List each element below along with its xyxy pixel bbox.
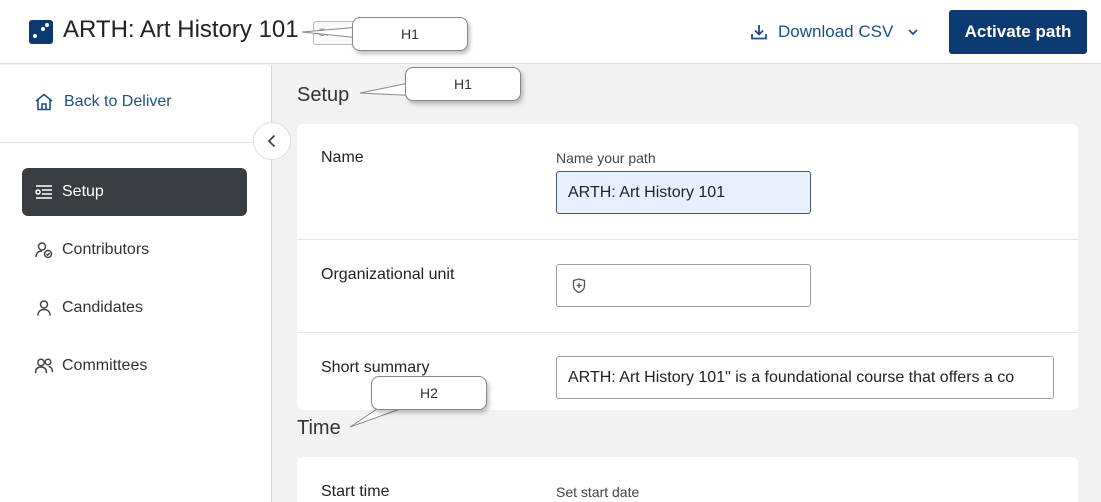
page-title: ARTH: Art History 101 bbox=[63, 16, 299, 43]
start-date-field-label: Set start date bbox=[556, 484, 640, 500]
users-group-icon bbox=[34, 358, 54, 374]
shield-plus-icon bbox=[572, 278, 586, 294]
time-card: Start time Set start date bbox=[297, 457, 1078, 502]
back-to-deliver-label: Back to Deliver bbox=[64, 93, 172, 110]
heading-tag-callout: H1 bbox=[352, 17, 468, 51]
summary-row-label: Short summary bbox=[321, 359, 430, 376]
download-csv-button[interactable]: Download CSV bbox=[750, 21, 929, 43]
sidebar-item-label: Contributors bbox=[62, 241, 150, 258]
contributor-user-check-icon bbox=[35, 242, 53, 259]
row-divider bbox=[297, 239, 1078, 240]
sidebar-item-label: Committees bbox=[62, 357, 148, 374]
heading-tag-callout: H2 bbox=[371, 376, 487, 410]
activate-path-button[interactable]: Activate path bbox=[949, 10, 1087, 54]
app-logo-icon bbox=[29, 20, 53, 44]
heading-tag-callout: H1 bbox=[405, 67, 521, 101]
app-header: ARTH: Art History 101 Cr Download CSV Ac… bbox=[0, 0, 1101, 64]
org-unit-input[interactable] bbox=[556, 264, 811, 307]
setup-list-icon bbox=[35, 185, 52, 199]
sidebar-item-candidates[interactable]: Candidates bbox=[22, 284, 247, 332]
setup-card: Name Name your path ARTH: Art History 10… bbox=[297, 124, 1078, 410]
time-section-title: Time bbox=[297, 417, 341, 439]
sidebar-item-contributors[interactable]: Contributors bbox=[22, 226, 247, 274]
org-unit-row-label: Organizational unit bbox=[321, 266, 455, 283]
download-csv-label: Download CSV bbox=[778, 22, 894, 41]
short-summary-input[interactable]: ARTH: Art History 101" is a foundational… bbox=[556, 356, 1054, 399]
sidebar-divider bbox=[0, 142, 272, 143]
home-icon bbox=[35, 93, 53, 111]
download-icon bbox=[751, 25, 767, 40]
sidebar-item-label: Candidates bbox=[62, 299, 143, 316]
row-divider bbox=[297, 332, 1078, 333]
start-time-row-label: Start time bbox=[321, 483, 390, 500]
path-name-input[interactable]: ARTH: Art History 101 bbox=[556, 171, 811, 214]
sidebar-item-setup[interactable]: Setup bbox=[22, 168, 247, 216]
back-to-deliver-link[interactable]: Back to Deliver bbox=[34, 93, 172, 111]
sidebar-item-committees[interactable]: Committees bbox=[22, 342, 247, 390]
sidebar: Back to Deliver Setup Contributors Candi… bbox=[0, 65, 272, 502]
chevron-left-icon bbox=[267, 134, 276, 148]
sidebar-item-label: Setup bbox=[62, 183, 104, 200]
collapse-sidebar-button[interactable] bbox=[253, 122, 291, 160]
setup-section-title: Setup bbox=[297, 84, 350, 106]
name-field-label: Name your path bbox=[556, 150, 656, 166]
chevron-down-icon[interactable] bbox=[907, 28, 919, 36]
name-row-label: Name bbox=[321, 149, 364, 166]
user-icon bbox=[37, 300, 51, 316]
